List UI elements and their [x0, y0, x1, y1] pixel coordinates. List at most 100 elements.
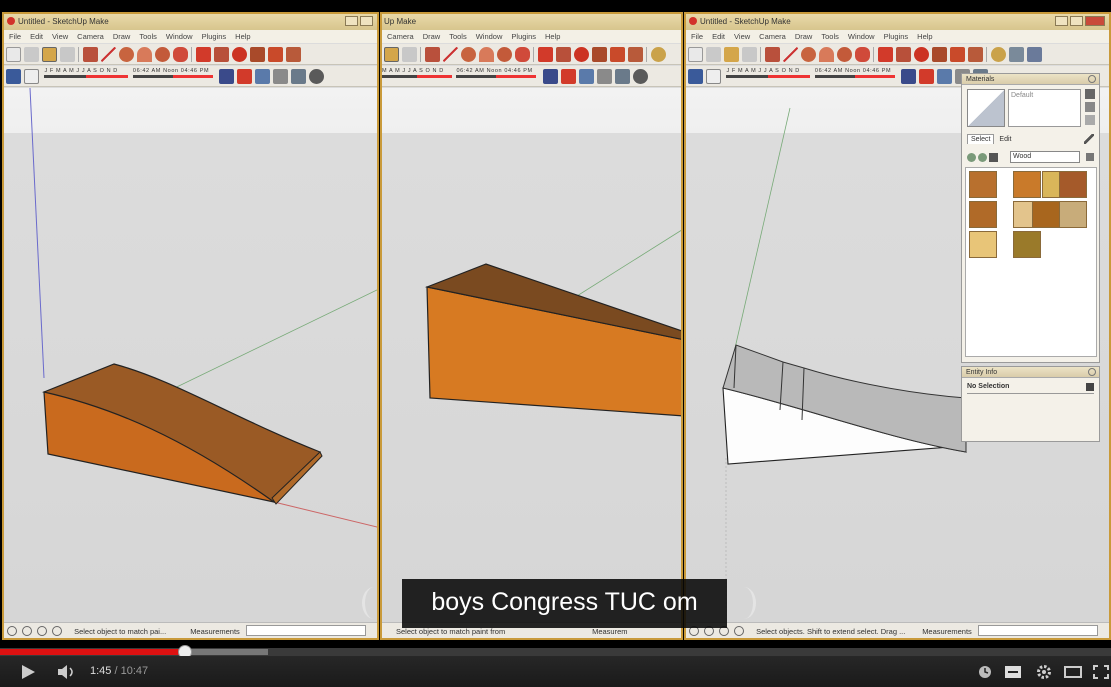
- menu-tools[interactable]: Tools: [449, 32, 467, 41]
- select-tool-icon[interactable]: [6, 47, 21, 62]
- eraser-icon[interactable]: [706, 47, 721, 62]
- minimize-button[interactable]: [345, 16, 358, 26]
- menu-edit[interactable]: Edit: [30, 32, 43, 41]
- paint-bucket-icon[interactable]: [384, 47, 399, 62]
- menu-camera[interactable]: Camera: [77, 32, 104, 41]
- dimension-icon[interactable]: [1009, 47, 1024, 62]
- create-material-icon[interactable]: [1085, 89, 1095, 99]
- shadow-month-slider[interactable]: J F M A M J J A S O N D: [44, 68, 129, 78]
- push-pull-icon[interactable]: [214, 47, 229, 62]
- paint-bucket-icon[interactable]: [724, 47, 739, 62]
- default-material-icon[interactable]: [1085, 102, 1095, 112]
- select-tool-icon[interactable]: [688, 47, 703, 62]
- fullscreen-icon[interactable]: [1093, 665, 1109, 679]
- paint-bucket-icon[interactable]: [42, 47, 57, 62]
- tape-measure-icon[interactable]: [991, 47, 1006, 62]
- menu-tools[interactable]: Tools: [139, 32, 157, 41]
- wood-swatch[interactable]: [969, 171, 997, 198]
- sample-paint-icon[interactable]: [1085, 115, 1095, 125]
- arc-icon[interactable]: [137, 47, 152, 62]
- circle-icon[interactable]: [119, 47, 134, 62]
- freehand-icon[interactable]: [855, 47, 870, 62]
- wood-swatch[interactable]: [1013, 231, 1041, 258]
- measurements-field[interactable]: [977, 625, 1098, 636]
- tab-select[interactable]: Select: [967, 134, 995, 144]
- section-plane-icon[interactable]: [542, 69, 558, 84]
- rectangle-icon[interactable]: [425, 47, 440, 62]
- wood-swatch[interactable]: [1059, 201, 1087, 228]
- menu-edit[interactable]: Edit: [712, 32, 725, 41]
- home-icon[interactable]: [988, 153, 998, 162]
- close-button[interactable]: [1085, 16, 1105, 26]
- shadow-time-slider[interactable]: 06:42 AM Noon 04:46 PM: [814, 68, 895, 78]
- progress-bar[interactable]: [0, 645, 1111, 659]
- settings-gear-icon[interactable]: [1036, 664, 1052, 680]
- video-player[interactable]: Untitled - SketchUp Make File Edit View Cam…: [0, 0, 1111, 687]
- protractor-icon[interactable]: [1027, 47, 1042, 62]
- polygon-icon[interactable]: [497, 47, 512, 62]
- fog-icon[interactable]: [706, 69, 721, 84]
- section-plane-icon[interactable]: [901, 69, 917, 84]
- menu-help[interactable]: Help: [235, 32, 250, 41]
- user-icon[interactable]: [37, 626, 47, 636]
- maximize-button[interactable]: [360, 16, 373, 26]
- menu-file[interactable]: File: [691, 32, 703, 41]
- details-icon[interactable]: [1086, 153, 1094, 161]
- freehand-icon[interactable]: [173, 47, 188, 62]
- move-icon[interactable]: [878, 47, 893, 62]
- sketchup-window-left[interactable]: Untitled - SketchUp Make File Edit View Cam…: [2, 12, 379, 640]
- menu-draw[interactable]: Draw: [113, 32, 131, 41]
- library-select[interactable]: Wood: [1010, 151, 1080, 163]
- follow-me-icon[interactable]: [250, 47, 265, 62]
- section-cut-icon[interactable]: [237, 69, 253, 84]
- eraser-tool-icon[interactable]: [742, 47, 757, 62]
- maximize-button[interactable]: [1070, 16, 1083, 26]
- menu-draw[interactable]: Draw: [423, 32, 441, 41]
- move-icon[interactable]: [538, 47, 553, 62]
- look-around-icon[interactable]: [309, 69, 325, 84]
- offset-icon[interactable]: [286, 47, 301, 62]
- sketchup-window-middle[interactable]: Up Make Camera Draw Tools Window Plugins Help…: [380, 12, 683, 640]
- menu-tools[interactable]: Tools: [821, 32, 839, 41]
- entity-info-panel[interactable]: Entity Info No Selection: [961, 366, 1100, 442]
- close-icon[interactable]: [1088, 75, 1096, 83]
- measurements-field[interactable]: [245, 625, 366, 636]
- volume-icon[interactable]: [57, 664, 79, 680]
- rotate-icon[interactable]: [232, 47, 247, 62]
- rotate-icon[interactable]: [574, 47, 589, 62]
- viewport-left[interactable]: [4, 88, 377, 622]
- walk-icon[interactable]: [273, 69, 289, 84]
- polygon-icon[interactable]: [837, 47, 852, 62]
- material-name-field[interactable]: Default: [1008, 89, 1081, 127]
- ramp-model-wedge[interactable]: [382, 88, 681, 622]
- credits-icon[interactable]: [22, 626, 32, 636]
- section-plane-icon[interactable]: [219, 69, 235, 84]
- rotate-icon[interactable]: [914, 47, 929, 62]
- line-icon[interactable]: [443, 47, 458, 62]
- ramp-model-curved[interactable]: [4, 88, 377, 622]
- circle-icon[interactable]: [461, 47, 476, 62]
- move-icon[interactable]: [196, 47, 211, 62]
- geo-location-icon[interactable]: [7, 626, 17, 636]
- theater-mode-icon[interactable]: [1064, 666, 1082, 678]
- line-icon[interactable]: [783, 47, 798, 62]
- section-cut-icon[interactable]: [919, 69, 935, 84]
- walk-icon[interactable]: [596, 69, 612, 84]
- viewport-middle[interactable]: [382, 88, 681, 622]
- eyedropper-icon[interactable]: [1084, 134, 1094, 144]
- shadow-month-slider[interactable]: M A M J J A S O N D: [382, 68, 452, 78]
- menu-file[interactable]: File: [9, 32, 21, 41]
- tape-measure-icon[interactable]: [651, 47, 666, 62]
- offset-icon[interactable]: [628, 47, 643, 62]
- help-icon[interactable]: [734, 626, 744, 636]
- rectangle-icon[interactable]: [765, 47, 780, 62]
- captions-icon[interactable]: [1005, 666, 1021, 678]
- arc-icon[interactable]: [819, 47, 834, 62]
- push-pull-icon[interactable]: [896, 47, 911, 62]
- eraser-tool-icon[interactable]: [402, 47, 417, 62]
- help-icon[interactable]: [52, 626, 62, 636]
- circle-icon[interactable]: [801, 47, 816, 62]
- menu-camera[interactable]: Camera: [387, 32, 414, 41]
- menu-window[interactable]: Window: [476, 32, 503, 41]
- offset-icon[interactable]: [968, 47, 983, 62]
